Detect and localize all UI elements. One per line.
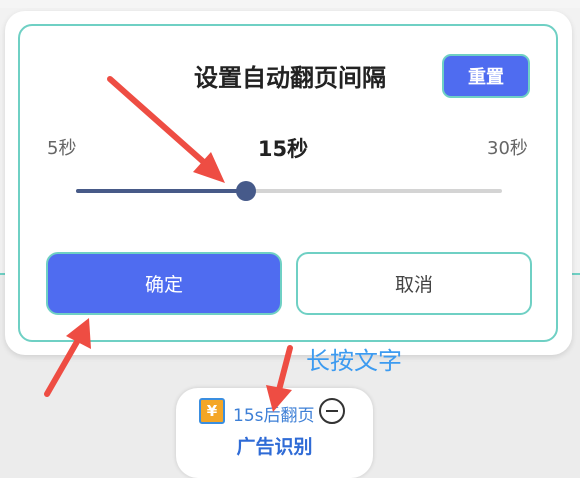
confirm-button[interactable]: 确定 xyxy=(46,252,282,315)
slider-max-label: 30秒 xyxy=(487,138,528,159)
ad-recognition-label[interactable]: 广告识别 xyxy=(176,432,373,459)
slider-fill xyxy=(76,189,247,193)
reset-button[interactable]: 重置 xyxy=(442,54,530,98)
coin-icon: ¥ xyxy=(199,398,225,424)
long-press-hint: 长按文字 xyxy=(306,347,402,375)
top-strip xyxy=(0,0,580,8)
cancel-button[interactable]: 取消 xyxy=(296,252,532,315)
interval-slider-track[interactable] xyxy=(76,189,502,193)
slider-current-value: 15秒 xyxy=(257,137,309,161)
page-turn-timer[interactable]: 15s后翻页 xyxy=(233,401,315,426)
minus-circle-icon[interactable] xyxy=(319,398,345,424)
